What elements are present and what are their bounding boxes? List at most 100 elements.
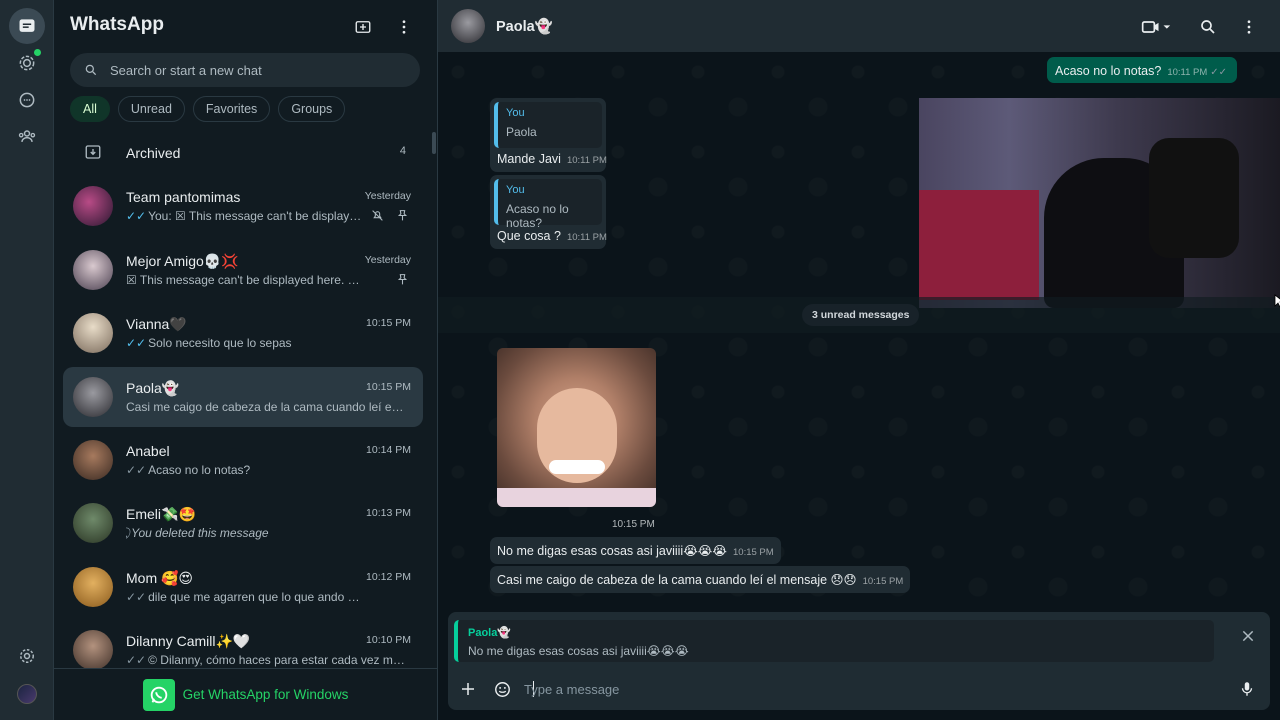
conversation-header[interactable]: Paola👻 [438,0,1280,52]
avatar [73,186,113,226]
read-ticks-icon: ✓✓ [126,209,147,223]
quote-author: You [506,184,525,196]
contact-avatar[interactable] [451,9,485,43]
archived-label: Archived [126,145,181,161]
close-icon[interactable] [1238,626,1258,646]
search-bar[interactable] [70,53,420,87]
communities-icon[interactable] [9,118,45,154]
chat-name: Vianna🖤 [126,316,187,332]
message-time: 10:11 PM [566,232,607,243]
archived-count: 4 [399,145,406,157]
chat-preview: Casi me caigo de cabeza de la cama cuand… [126,400,406,414]
menu-icon[interactable] [393,16,415,38]
message-in[interactable]: Casi me caigo de cabeza de la cama cuand… [490,566,911,593]
message-text: Acaso no lo notas? [1055,64,1162,78]
microphone-icon[interactable] [1236,678,1258,700]
chat-row-paola[interactable]: Paola👻 10:15 PM Casi me caigo de cabeza … [63,367,423,427]
chat-list-scrollbar[interactable] [432,132,436,154]
chat-time: 10:15 PM [366,381,411,393]
filter-all[interactable]: All [70,96,110,122]
emoji-sticker-icon[interactable] [491,678,513,700]
avatar [73,313,113,353]
settings-icon[interactable] [9,638,45,674]
chat-row-vianna[interactable]: Vianna🖤 10:15 PM ✓✓ Solo necesito que lo … [63,303,423,363]
pin-icon [397,274,408,285]
message-out[interactable]: Acaso no lo notas? 10:11 PM ✓✓ [1047,57,1238,83]
chat-preview: ✓✓ © Dilanny, cómo haces para estar cada … [126,653,406,667]
avatar [73,503,113,543]
avatar [73,377,113,417]
reply-quote[interactable]: Paola👻 No me digas esas cosas asi javiii… [454,620,1214,662]
filter-favorites[interactable]: Favorites [192,96,271,122]
chats-icon[interactable] [9,8,45,44]
message-time: 10:11 PM [566,155,607,166]
search-icon[interactable] [1197,16,1219,38]
chat-name: Emeli💸🤩 [126,506,196,522]
unread-messages-label: 3 unread messages [802,304,920,326]
chat-name: Team pantomimas [126,189,241,205]
delivered-ticks-icon: ✓✓ [1210,67,1228,78]
video-call-icon[interactable] [1138,16,1174,38]
message-composer [448,668,1270,710]
chat-time: 10:12 PM [366,571,411,583]
new-chat-icon[interactable] [352,16,374,38]
chair-shape [1149,138,1239,258]
message-in[interactable]: You Paola Mande Javi 10:11 PM [490,98,607,172]
message-input[interactable] [524,678,1144,700]
reply-author: Paola👻 [468,627,512,639]
attach-plus-icon[interactable] [457,678,479,700]
chat-preview: ✓✓ Solo necesito que lo sepas [126,336,292,350]
delivered-ticks-icon: ✓✓ [126,463,147,477]
delivered-ticks-icon: ✓✓ [126,590,147,604]
archived-row[interactable]: Archived 4 [54,134,438,170]
read-ticks-icon: ✓✓ [126,336,147,350]
chat-time: Yesterday [364,190,411,202]
message-time: 10:15 PM [733,547,774,558]
avatar [73,440,113,480]
chat-row-emeli[interactable]: Emeli💸🤩 10:13 PM ⃠ You deleted this mess… [63,493,423,553]
quote-text: Acaso no lo notas? [506,202,569,230]
nav-rail [0,0,54,720]
pin-icon [397,210,408,221]
quoted-message[interactable]: You Acaso no lo notas? [494,179,602,230]
get-whatsapp-label: Get WhatsApp for Windows [182,687,349,702]
chat-list-panel: WhatsApp All Unread Favorites Groups Arc… [54,0,438,720]
reply-text: No me digas esas cosas asi javiiii😭😭😭 [468,644,689,658]
delivered-ticks-icon: ✓✓ [126,653,147,667]
chat-row-mejor-amigo[interactable]: Mejor Amigo💀💢 Yesterday ☒ This message c… [63,240,423,300]
chat-preview: ⃠ You deleted this message [131,526,269,540]
message-image[interactable] [497,348,656,507]
status-icon[interactable] [9,45,45,81]
webcam-overlay-image [919,98,1280,308]
chat-name: Mejor Amigo💀💢 [126,253,239,269]
filter-unread[interactable]: Unread [117,96,185,122]
message-time: 10:15 PM [862,576,904,587]
filter-groups[interactable]: Groups [278,96,346,122]
app-title: WhatsApp [70,14,164,35]
avatar [73,250,113,290]
chat-row-anabel[interactable]: Anabel 10:14 PM ✓✓ Acaso no lo notas? [63,430,423,490]
quoted-message[interactable]: You Paola [494,102,602,148]
message-in[interactable]: No me digas esas cosas asi javiiii😭😭😭 10:… [490,537,781,564]
message-in[interactable]: You Acaso no lo notas? Que cosa ? 10:11 P… [490,175,607,249]
search-input[interactable] [110,62,390,78]
shirt-shape [497,488,656,507]
profile-avatar[interactable] [17,684,37,704]
message-text: Mande Javi [497,152,561,166]
chat-time: 10:15 PM [366,317,411,329]
chat-time: 10:13 PM [366,507,411,519]
channels-icon[interactable] [9,82,45,118]
chat-row-mom[interactable]: Mom 🥰😍 10:12 PM ✓✓ dile que me agarren qu… [63,557,423,617]
chat-row-team-pantomimas[interactable]: Team pantomimas Yesterday ✓✓ You: ☒ This … [63,176,423,236]
filter-chips: All Unread Favorites Groups [70,96,346,122]
avatar [73,567,113,607]
chat-name: Anabel [126,443,170,459]
menu-icon[interactable] [1238,16,1260,38]
bed-shape [919,190,1039,300]
chat-preview: ☒ This message can't be displayed here. … [126,273,366,287]
chat-name: Mom 🥰😍 [126,570,194,586]
chat-preview: ✓✓ Acaso no lo notas? [126,463,251,477]
contact-name[interactable]: Paola👻 [496,18,553,35]
chat-time: 10:10 PM [366,634,411,646]
get-whatsapp-windows-banner[interactable]: Get WhatsApp for Windows [54,668,437,720]
